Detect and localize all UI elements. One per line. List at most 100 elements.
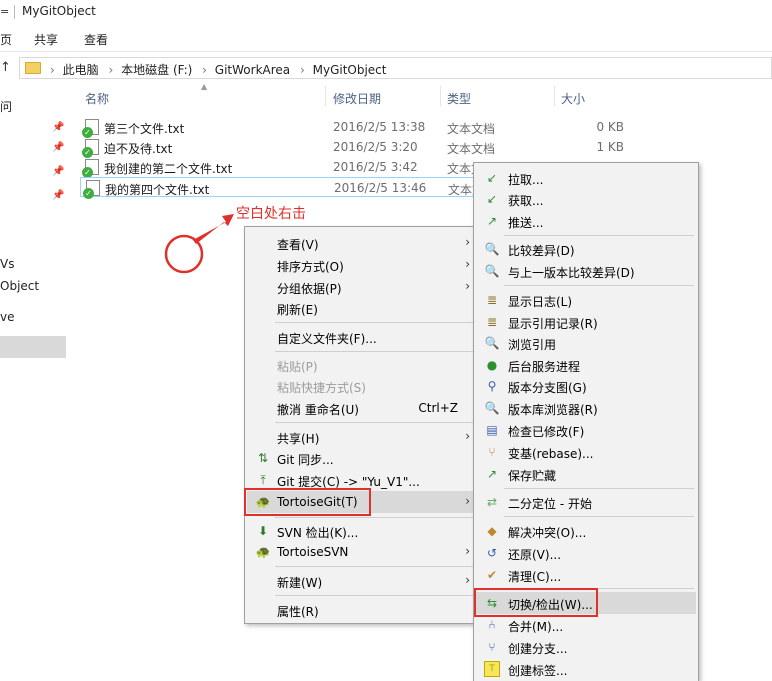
menu-item-paste[interactable]: 粘贴(P) xyxy=(247,354,478,376)
menu-item-revert[interactable]: ↺ 还原(V)... xyxy=(476,542,696,564)
git-commit-icon: ⤒ xyxy=(260,473,266,487)
menu-item-merge[interactable]: ⑃ 合并(M)... xyxy=(476,614,696,636)
file-list-header: ▲ 名称 修改日期 类型 大小 xyxy=(80,82,772,110)
menu-divider xyxy=(275,566,476,567)
revision-graph-icon: ⚲ xyxy=(487,379,497,393)
menu-item-cleanup[interactable]: ✔ 清理(C)... xyxy=(476,564,696,586)
nav-item-drive[interactable]: ve xyxy=(0,310,14,324)
file-name: 我创建的第二个文件.txt xyxy=(104,162,233,176)
rebase-icon: ⑂ xyxy=(488,445,496,459)
menu-divider xyxy=(275,422,476,423)
menu-item-new[interactable]: 新建(W) › xyxy=(247,570,478,592)
menu-divider xyxy=(275,517,476,518)
menu-divider xyxy=(504,285,694,286)
menu-item-properties[interactable]: 属性(R) xyxy=(247,599,478,621)
svn-checkout-icon: ⬇ xyxy=(257,524,269,538)
crumb-drive[interactable]: 本地磁盘 (F:) xyxy=(121,63,192,77)
column-date[interactable]: 修改日期 xyxy=(333,90,381,107)
crumb-this-pc[interactable]: 此电脑 xyxy=(63,63,99,77)
menu-item-svn-checkout[interactable]: ⬇ SVN 检出(K)... xyxy=(247,520,478,542)
menu-item-bisect-start[interactable]: ⇄ 二分定位 - 开始 xyxy=(476,491,696,513)
menu-item-undo-rename[interactable]: 撤消 重命名(U) Ctrl+Z xyxy=(247,397,478,419)
ribbon-tab-share[interactable]: 共享 xyxy=(34,31,58,48)
up-arrow-icon[interactable]: ↑ xyxy=(0,60,11,75)
menu-item-stash-save[interactable]: ↗ 保存贮藏 xyxy=(476,463,696,485)
nav-item-vs[interactable]: Vs xyxy=(0,257,14,271)
menu-item-group[interactable]: 分组依据(P) › xyxy=(247,276,478,298)
menu-divider xyxy=(504,235,694,236)
title-separator xyxy=(14,5,15,19)
menu-item-create-branch[interactable]: ⑂ 创建分支... xyxy=(476,636,696,658)
address-bar: ↑ › 此电脑 › 本地磁盘 (F:) › GitWorkArea › MyGi… xyxy=(0,57,772,79)
menu-item-sort[interactable]: 排序方式(O) › xyxy=(247,254,478,276)
column-type[interactable]: 类型 xyxy=(447,90,471,107)
menu-divider xyxy=(504,488,694,489)
file-date: 2016/2/5 3:20 xyxy=(333,140,418,154)
file-date: 2016/2/5 13:38 xyxy=(333,120,426,134)
menu-item-push[interactable]: ↗ 推送... xyxy=(476,210,696,232)
menu-divider xyxy=(504,516,694,517)
sort-up-icon: ▲ xyxy=(201,82,208,91)
globe-icon: ● xyxy=(486,358,498,372)
pin-icon: 📌 xyxy=(52,122,65,133)
chevron-right-icon: › xyxy=(465,544,470,558)
menu-item-paste-shortcut[interactable]: 粘贴快捷方式(S) xyxy=(247,375,478,397)
shortcut-text: Ctrl+Z xyxy=(418,401,458,415)
menu-item-daemon[interactable]: ● 后台服务进程 xyxy=(476,354,696,376)
menu-item-create-tag[interactable]: T 创建标签... xyxy=(476,658,696,680)
file-row[interactable]: 迫不及待.txt 2016/2/5 3:20 文本文档 1 KB xyxy=(80,137,640,158)
menu-item-fetch[interactable]: ↙ 获取... xyxy=(476,188,696,210)
menu-item-revision-graph[interactable]: ⚲ 版本分支图(G) xyxy=(476,375,696,397)
annotation-text: 空白处右击 xyxy=(236,206,306,222)
chevron-right-icon: › xyxy=(108,63,114,77)
pin-icon: 📌 xyxy=(52,166,65,177)
menu-item-share[interactable]: 共享(H) › xyxy=(247,426,478,448)
menu-item-tortoisesvn[interactable]: 🐢 TortoiseSVN › xyxy=(247,541,478,563)
chevron-right-icon: › xyxy=(202,63,207,77)
menu-item-rebase[interactable]: ⑂ 变基(rebase)... xyxy=(476,441,696,463)
git-file-icon xyxy=(82,159,99,178)
menu-item-git-sync[interactable]: ⇅ Git 同步... xyxy=(247,447,478,469)
address-box[interactable]: › 此电脑 › 本地磁盘 (F:) › GitWorkArea › MyGitO… xyxy=(19,57,772,79)
ribbon-tab-home[interactable]: 页 xyxy=(0,31,12,48)
system-menu-icon[interactable]: = xyxy=(0,5,9,18)
menu-item-repo-browser[interactable]: 🔍 版本库浏览器(R) xyxy=(476,397,696,419)
browse-refs-icon: 🔍 xyxy=(484,336,500,350)
column-size[interactable]: 大小 xyxy=(561,90,585,107)
nav-item-selected[interactable] xyxy=(0,336,66,358)
menu-divider xyxy=(275,322,476,323)
nav-item-quick-access[interactable]: 问 xyxy=(0,98,12,115)
column-name[interactable]: 名称 xyxy=(85,90,109,107)
column-separator[interactable] xyxy=(325,86,326,106)
menu-item-customize-folder[interactable]: 自定义文件夹(F)... xyxy=(247,326,478,348)
menu-item-show-reflog[interactable]: ≣ 显示引用记录(R) xyxy=(476,311,696,333)
column-separator[interactable] xyxy=(554,86,555,106)
menu-item-check-modifications[interactable]: ▤ 检查已修改(F) xyxy=(476,419,696,441)
file-date: 2016/2/5 13:46 xyxy=(334,181,427,195)
menu-item-pull[interactable]: ↙ 拉取... xyxy=(476,167,696,189)
ribbon-tab-view[interactable]: 查看 xyxy=(84,31,108,48)
cleanup-icon: ✔ xyxy=(486,568,498,582)
menu-item-view[interactable]: 查看(V) › xyxy=(247,232,478,254)
nav-item-object[interactable]: Object xyxy=(0,279,39,293)
menu-item-diff-previous[interactable]: 🔍 与上一版本比较差异(D) xyxy=(476,260,696,282)
file-type: 文本文档 xyxy=(447,142,496,156)
git-file-icon xyxy=(82,119,99,138)
folder-icon xyxy=(25,62,41,74)
crumb-mygitobject[interactable]: MyGitObject xyxy=(313,63,387,77)
tag-icon: T xyxy=(484,661,500,677)
file-name: 我的第四个文件.txt xyxy=(105,183,210,197)
title-bar: = MyGitObject xyxy=(0,0,772,24)
file-row[interactable]: 第三个文件.txt 2016/2/5 13:38 文本文档 0 KB xyxy=(80,117,640,138)
menu-item-show-log[interactable]: ≣ 显示日志(L) xyxy=(476,289,696,311)
stash-icon: ↗ xyxy=(486,467,498,481)
crumb-gitworkarea[interactable]: GitWorkArea xyxy=(215,63,290,77)
menu-item-diff[interactable]: 🔍 比较差异(D) xyxy=(476,238,696,260)
column-separator[interactable] xyxy=(440,86,441,106)
menu-item-resolve[interactable]: ◆ 解决冲突(O)... xyxy=(476,520,696,542)
menu-item-browse-refs[interactable]: 🔍 浏览引用 xyxy=(476,332,696,354)
chevron-right-icon: › xyxy=(465,573,470,587)
menu-item-refresh[interactable]: 刷新(E) xyxy=(247,297,478,319)
context-menu: 查看(V) › 排序方式(O) › 分组依据(P) › 刷新(E) 自定义文件夹… xyxy=(244,226,481,624)
resolve-icon: ◆ xyxy=(487,524,497,538)
